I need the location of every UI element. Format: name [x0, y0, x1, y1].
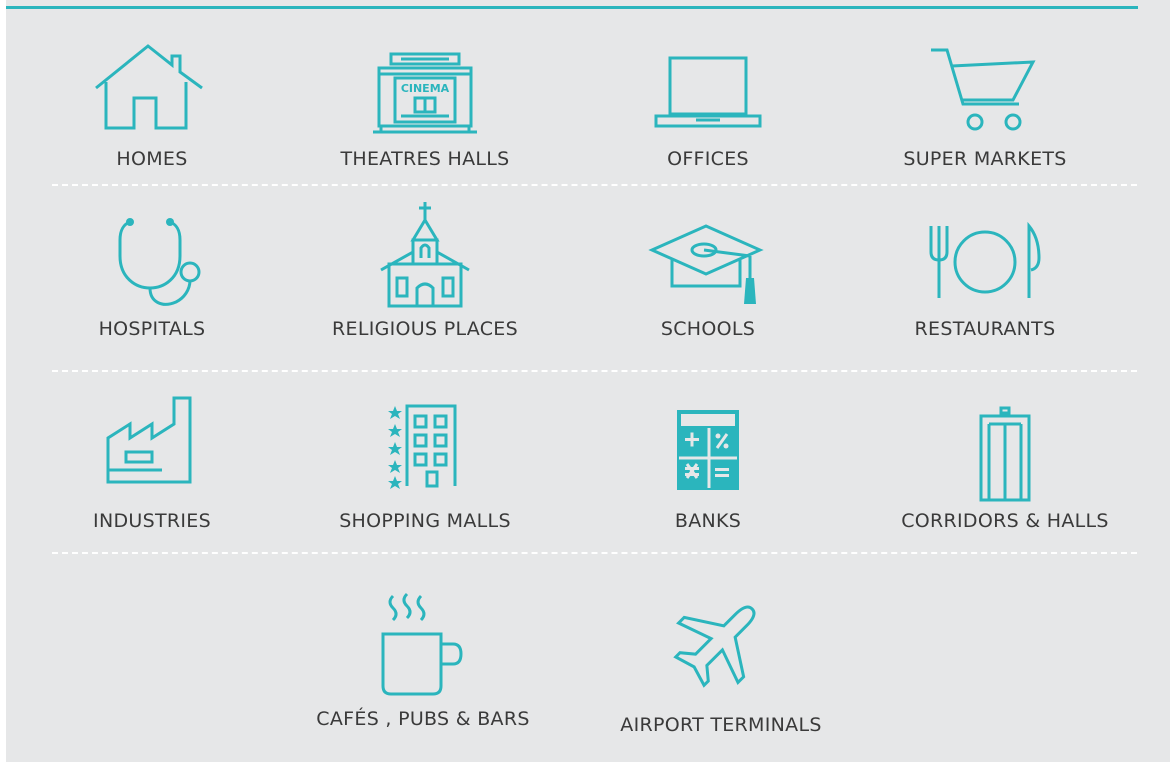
label-banks: BANKS: [674, 510, 742, 532]
label-theatres-halls: THEATRES HALLS: [340, 148, 510, 170]
row-divider: [52, 370, 1137, 372]
tile-cafes-pubs-bars: CAFÉS , PUBS & BARS: [293, 590, 553, 740]
factory-icon: [106, 396, 192, 484]
top-accent-line: [6, 6, 1138, 9]
tile-offices: OFFICES: [578, 40, 838, 190]
cinema-icon: CINEMA: [373, 52, 477, 134]
coffee-cup-icon: [381, 592, 463, 696]
graduation-cap-icon: [648, 224, 764, 304]
tile-shopping-malls: SHOPPING MALLS: [295, 396, 555, 546]
label-offices: OFFICES: [667, 148, 749, 170]
house-icon: [95, 44, 203, 130]
elevator-icon: [979, 406, 1031, 502]
hotel-building-icon: [388, 404, 457, 489]
label-airport-terminals: AIRPORT TERMINALS: [620, 714, 822, 736]
row-divider: [52, 184, 1137, 186]
cinema-sign-text: CINEMA: [401, 82, 450, 95]
label-corridors-halls: CORRIDORS & HALLS: [901, 510, 1109, 532]
row-divider: [52, 552, 1137, 554]
tile-corridors-halls: CORRIDORS & HALLS: [875, 396, 1135, 546]
label-industries: INDUSTRIES: [93, 510, 211, 532]
label-homes: HOMES: [116, 148, 188, 170]
label-cafes-pubs-bars: CAFÉS , PUBS & BARS: [316, 708, 530, 730]
label-religious-places: RELIGIOUS PLACES: [332, 318, 518, 340]
airplane-icon: [673, 605, 756, 688]
tile-religious-places: RELIGIOUS PLACES: [295, 202, 555, 360]
tile-industries: INDUSTRIES: [22, 396, 282, 546]
tile-banks: BANKS: [578, 396, 838, 546]
label-restaurants: RESTAURANTS: [914, 318, 1056, 340]
calculator-icon: [677, 410, 739, 490]
label-hospitals: HOSPITALS: [98, 318, 206, 340]
tile-homes: HOMES: [22, 40, 282, 190]
label-shopping-malls: SHOPPING MALLS: [339, 510, 511, 532]
label-schools: SCHOOLS: [660, 318, 756, 340]
shopping-cart-icon: [931, 48, 1036, 131]
stethoscope-icon: [118, 218, 201, 306]
tile-hospitals: HOSPITALS: [22, 210, 282, 360]
tile-super-markets: SUPER MARKETS: [855, 40, 1115, 190]
church-icon: [380, 202, 470, 308]
tile-restaurants: RESTAURANTS: [855, 210, 1115, 360]
laptop-icon: [654, 56, 762, 128]
tile-theatres-halls: CINEMA THEATRES HALLS: [295, 40, 555, 190]
tile-airport-terminals: AIRPORT TERMINALS: [591, 590, 851, 740]
tile-schools: SCHOOLS: [578, 210, 838, 360]
cutlery-plate-icon: [929, 222, 1041, 298]
label-super-markets: SUPER MARKETS: [903, 148, 1067, 170]
